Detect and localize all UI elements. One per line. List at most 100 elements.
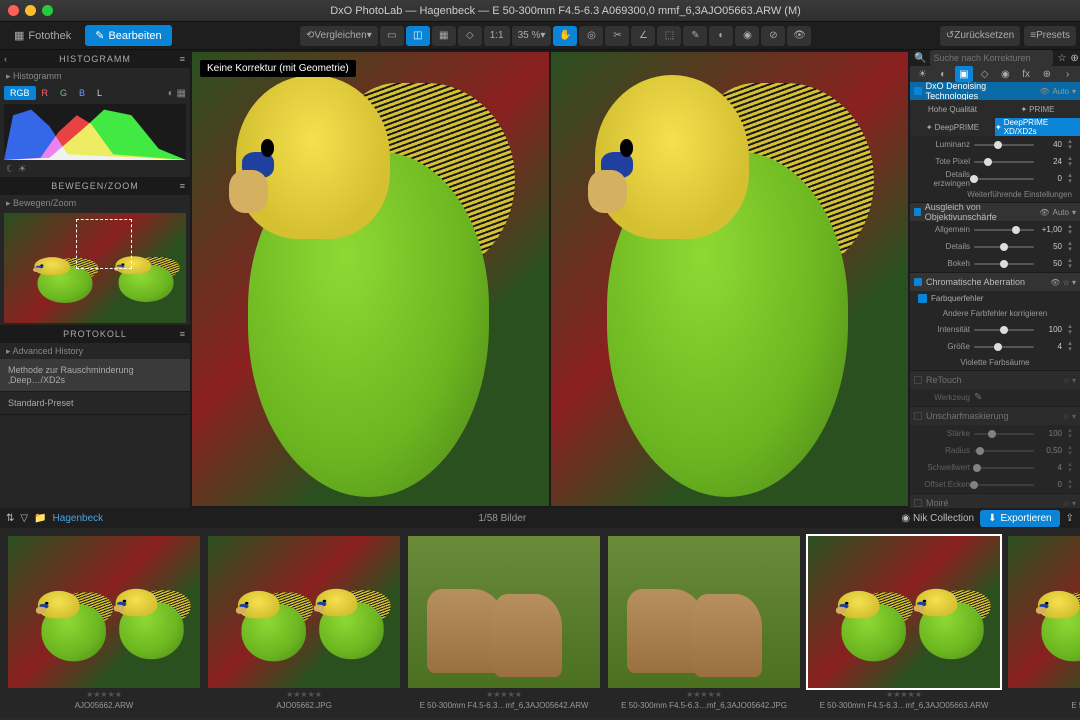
exposure-warn-icons[interactable]: ☾ ☀ bbox=[0, 162, 190, 177]
viewer-after[interactable] bbox=[551, 52, 908, 506]
denoise-tab-prime[interactable]: ✦ PRIME bbox=[995, 100, 1080, 118]
histogram-clip-icons[interactable]: ◐ ▦ bbox=[168, 88, 186, 99]
sort-icon[interactable]: ⇅ bbox=[6, 513, 14, 524]
protokoll-header[interactable]: PROTOKOLL≡ bbox=[0, 325, 190, 343]
view-split-icon[interactable]: ◫ bbox=[406, 26, 430, 46]
thumbnail[interactable]: ★★★★★AJO05662.JPG bbox=[208, 536, 400, 710]
zoom-icon[interactable] bbox=[42, 5, 53, 16]
allgemein-slider[interactable]: Allgemein+1,00▴▾ bbox=[910, 221, 1080, 238]
horizon-icon[interactable]: ∠ bbox=[631, 26, 655, 46]
retouch-header[interactable]: ReTouch☆ ▾ bbox=[910, 371, 1080, 389]
repair-icon[interactable]: ✎ bbox=[683, 26, 707, 46]
details-slider[interactable]: Details50▴▾ bbox=[910, 238, 1080, 255]
rating-stars[interactable]: ★★★★★ bbox=[808, 690, 1000, 699]
filter-icon[interactable]: ▽ bbox=[20, 513, 28, 524]
rating-stars[interactable]: ★★★★★ bbox=[608, 690, 800, 699]
ca-header[interactable]: Chromatische Aberration👁 ☆ ▾ bbox=[910, 273, 1080, 291]
watermark-icon[interactable]: fx bbox=[1017, 66, 1035, 82]
usm-offset-slider[interactable]: Offset Ecken0▴▾ bbox=[910, 476, 1080, 493]
luminanz-slider[interactable]: Luminanz40▴▾ bbox=[910, 136, 1080, 153]
histogram-title: HISTOGRAMM bbox=[59, 54, 131, 64]
navigator-selection[interactable] bbox=[76, 219, 132, 269]
usm-schwellwert-slider[interactable]: Schwellwert4▴▾ bbox=[910, 459, 1080, 476]
rgb-tab-r[interactable]: R bbox=[36, 86, 55, 100]
tab-library[interactable]: ▦ Fotothek bbox=[4, 25, 81, 46]
hand-tool-icon[interactable]: ✋ bbox=[553, 26, 577, 46]
geometry-icon[interactable]: ◇ bbox=[976, 66, 994, 82]
fit-button[interactable]: 1:1 bbox=[484, 26, 510, 46]
light-icon[interactable]: ☀ bbox=[913, 66, 931, 82]
reset-button[interactable]: ↺ Zurücksetzen bbox=[940, 26, 1020, 46]
histogram-header[interactable]: ‹HISTOGRAMM≡ bbox=[0, 50, 190, 68]
preview-icon[interactable]: 👁 bbox=[787, 26, 811, 46]
bokeh-slider[interactable]: Bokeh50▴▾ bbox=[910, 255, 1080, 272]
denoise-tab-hq[interactable]: Hohe Qualität bbox=[910, 100, 995, 118]
compare-button[interactable]: ⟲ Vergleichen ▾ bbox=[300, 26, 378, 46]
color-icon[interactable]: ◐ bbox=[934, 66, 952, 82]
usm-header[interactable]: Unscharfmaskierung☆ ▾ bbox=[910, 407, 1080, 425]
rgb-tab-g[interactable]: G bbox=[54, 86, 73, 100]
detail-icon[interactable]: ▣ bbox=[955, 66, 973, 82]
thumbnail-filename: E 50-300mm F4.5-6.3…mf_6,3AJO05663.ARW bbox=[808, 701, 1000, 710]
tag-icon[interactable]: ⊘ bbox=[761, 26, 785, 46]
thumbnail[interactable]: ★★★★★E 50-300mm F4… bbox=[1008, 536, 1080, 710]
browser-header: ⇅ ▽ 📁 Hagenbeck 1/58 Bilder ◉ Nik Collec… bbox=[0, 508, 1080, 528]
nik-collection-button[interactable]: ◉ Nik Collection bbox=[901, 513, 974, 524]
thumbnail[interactable]: ★★★★★E 50-300mm F4.5-6.3…mf_6,3AJO05642.… bbox=[408, 536, 600, 710]
tab-edit[interactable]: ✎ Bearbeiten bbox=[85, 25, 171, 46]
groesse-slider[interactable]: Größe4▴▾ bbox=[910, 338, 1080, 355]
rating-stars[interactable]: ★★★★★ bbox=[8, 690, 200, 699]
usm-radius-slider[interactable]: Radius0,50▴▾ bbox=[910, 442, 1080, 459]
export-button[interactable]: ⬇ Exportieren bbox=[980, 510, 1060, 527]
totepixel-slider[interactable]: Tote Pixel24▴▾ bbox=[910, 153, 1080, 170]
navigator-thumbnail[interactable] bbox=[4, 213, 186, 323]
breadcrumb[interactable]: Hagenbeck bbox=[53, 513, 104, 524]
target-icon[interactable]: ◎ bbox=[579, 26, 603, 46]
movezoom-header[interactable]: BEWEGEN/ZOOM≡ bbox=[0, 177, 190, 195]
local-icon[interactable]: ◉ bbox=[996, 66, 1014, 82]
star-icon[interactable]: ☆ bbox=[1057, 53, 1066, 64]
rating-stars[interactable]: ★★★★★ bbox=[208, 690, 400, 699]
detailserzwingen-slider[interactable]: Details erzwingen0▴▾ bbox=[910, 170, 1080, 187]
rating-stars[interactable]: ★★★★★ bbox=[1008, 690, 1080, 699]
thumbnail[interactable]: ★★★★★ E 50-300mm F4.5-6.3…mf_6,3AJO05663.… bbox=[808, 536, 1000, 710]
moire-header[interactable]: Moiré☆ ▾ bbox=[910, 494, 1080, 508]
retouch-panel: ReTouch☆ ▾ Werkzeug✎ bbox=[910, 371, 1080, 407]
rgb-tab-b[interactable]: B bbox=[73, 86, 91, 100]
minimize-icon[interactable] bbox=[25, 5, 36, 16]
crop-tool-icon[interactable]: ✂ bbox=[605, 26, 629, 46]
globe-icon[interactable]: ⊕ bbox=[1070, 53, 1078, 64]
image-viewer[interactable]: Keine Korrektur (mit Geometrie) bbox=[190, 50, 910, 508]
thumbnail[interactable]: ★★★★★E 50-300mm F4.5-6.3…mf_6,3AJO05642.… bbox=[608, 536, 800, 710]
rgb-tab-l[interactable]: L bbox=[91, 86, 108, 100]
rating-stars[interactable]: ★★★★★ bbox=[408, 690, 600, 699]
presets-button[interactable]: ≡ Presets bbox=[1024, 26, 1076, 46]
history-item[interactable]: Methode zur Rauschminderung ‚Deep…/XD2s bbox=[0, 359, 190, 392]
farbquerfehler-check[interactable]: Farbquerfehler bbox=[910, 291, 1080, 306]
usm-staerke-slider[interactable]: Stärke100▴▾ bbox=[910, 425, 1080, 442]
perspective-icon[interactable]: ⬚ bbox=[657, 26, 681, 46]
filmstrip[interactable]: ★★★★★AJO05662.ARW★★★★★AJO05662.JPG★★★★★E… bbox=[0, 528, 1080, 718]
redeye-icon[interactable]: ◉ bbox=[735, 26, 759, 46]
image-counter: 1/58 Bilder bbox=[109, 513, 895, 524]
denoise-advanced-link[interactable]: Weiterführende Einstellungen bbox=[910, 187, 1080, 202]
local-adj-icon[interactable]: ◐ bbox=[709, 26, 733, 46]
denoise-tab-deepprime-xd[interactable]: ✦ DeepPRIME XD/XD2s bbox=[995, 118, 1080, 136]
history-item[interactable]: Standard-Preset bbox=[0, 392, 190, 415]
viewer-before[interactable]: Keine Korrektur (mit Geometrie) bbox=[192, 52, 549, 506]
menu-icon[interactable]: › bbox=[1059, 66, 1077, 82]
zoom-select[interactable]: 35 % ▾ bbox=[512, 26, 552, 46]
share-icon[interactable]: ⇪ bbox=[1066, 513, 1074, 524]
denoise-header[interactable]: DxO Denoising Technologies👁 Auto ▾ bbox=[910, 82, 1080, 100]
close-icon[interactable] bbox=[8, 5, 19, 16]
intensitaet-slider[interactable]: Intensität100▴▾ bbox=[910, 321, 1080, 338]
lens-header[interactable]: Ausgleich von Objektivunschärfe👁 Auto ▾ bbox=[910, 203, 1080, 221]
view-grid-icon[interactable]: ▦ bbox=[432, 26, 456, 46]
thumbnail[interactable]: ★★★★★AJO05662.ARW bbox=[8, 536, 200, 710]
corrections-search-input[interactable] bbox=[930, 50, 1053, 66]
denoise-tab-deepprime[interactable]: ✦ DeepPRIME bbox=[910, 118, 995, 136]
more-icon[interactable]: ⊕ bbox=[1038, 66, 1056, 82]
rgb-tab-rgb[interactable]: RGB bbox=[4, 86, 36, 100]
crop-icon[interactable]: ◇ bbox=[458, 26, 482, 46]
view-single-icon[interactable]: ▭ bbox=[380, 26, 404, 46]
